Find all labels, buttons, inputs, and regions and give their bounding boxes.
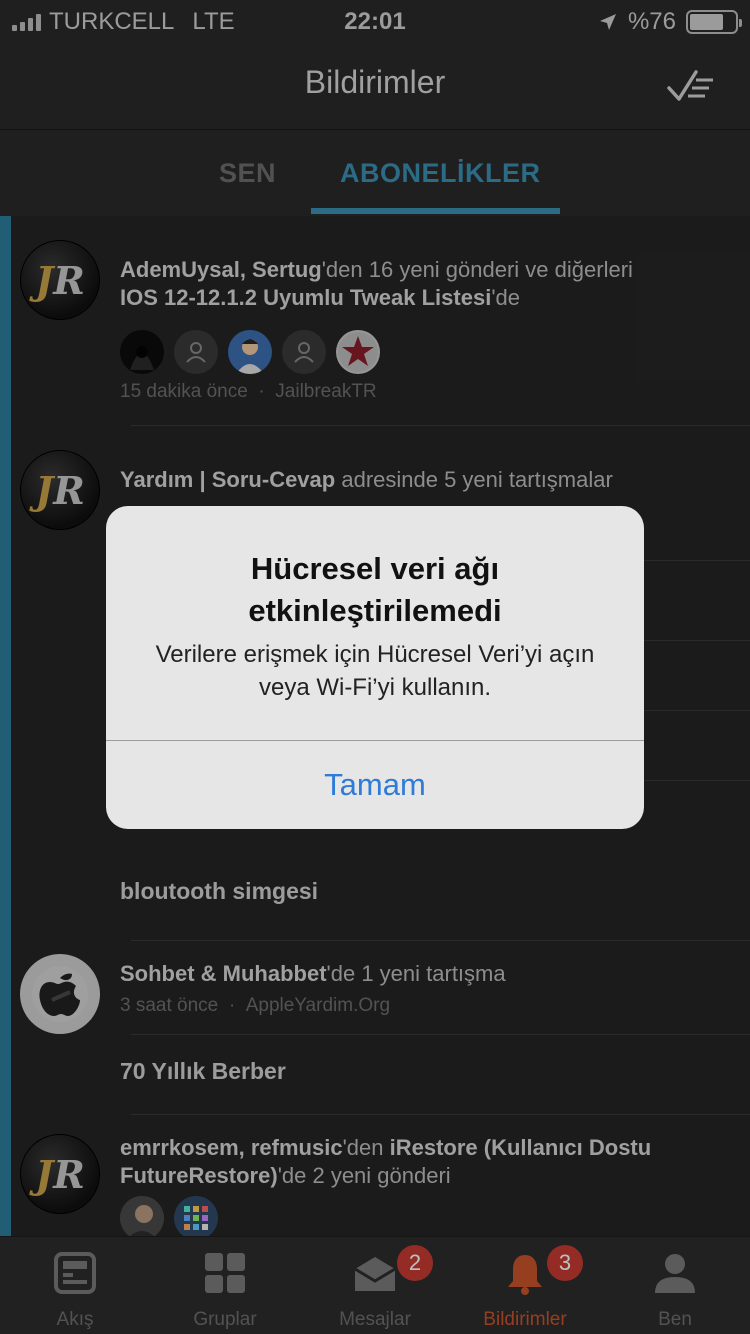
apple-logo-icon: [32, 966, 88, 1022]
tab-bildirimler[interactable]: 3 Bildirimler: [450, 1237, 600, 1334]
checkmark-list-icon[interactable]: [666, 66, 716, 106]
notification-text: Sohbet & Muhabbet'de 1 yeni tartışma: [120, 961, 506, 986]
avatar: JR: [20, 450, 100, 530]
divider: [131, 425, 750, 426]
notification-text: AdemUysal, Sertug'den 16 yeni gönderi ve…: [120, 257, 633, 310]
cellular-data-alert: Hücresel veri ağı etkinleştirilemedi Ver…: [106, 506, 644, 829]
avatar: [20, 954, 100, 1034]
avatar: [120, 330, 164, 374]
bell-icon: [508, 1255, 542, 1295]
list-item[interactable]: 70 Yıllık Berber: [11, 1034, 750, 1115]
groups-icon: [205, 1253, 245, 1293]
notification-text: Yardım | Soru-Cevap adresinde 5 yeni tar…: [120, 467, 613, 492]
tab-label: Akış: [56, 1309, 94, 1330]
list-item[interactable]: bloutooth simgesi: [11, 840, 750, 941]
divider: [131, 1114, 750, 1115]
status-bar: TURKCELL LTE 22:01 %76: [0, 0, 750, 44]
battery-fill: [690, 14, 724, 30]
alert-message: Verilere erişmek için Hücresel Veri’yi a…: [155, 641, 595, 701]
avatar: [336, 330, 380, 374]
tab-sen[interactable]: SEN: [219, 158, 276, 189]
list-item[interactable]: JR AdemUysal, Sertug'den 16 yeni gönderi…: [11, 240, 750, 426]
tab-label: Mesajlar: [339, 1309, 411, 1330]
unread-badge: 3: [547, 1245, 583, 1281]
tab-abonelikler[interactable]: ABONELİKLER: [340, 158, 541, 189]
notification-text: emrrkosem, refmusic'den iRestore (Kullan…: [120, 1135, 652, 1188]
tab-indicator: [311, 208, 560, 214]
avatar: [174, 330, 218, 374]
list-item[interactable]: JR emrrkosem, refmusic'den iRestore (Kul…: [11, 1134, 750, 1244]
status-right: %76: [598, 8, 742, 36]
battery-percent: %76: [627, 8, 676, 35]
notification-meta: 15 dakika önce · JailbreakTR: [120, 381, 377, 402]
battery-icon: [686, 10, 742, 34]
tab-label: Bildirimler: [483, 1309, 567, 1330]
alert-title: Hücresel veri ağı etkinleştirilemedi: [248, 551, 502, 628]
avatar: [120, 1196, 164, 1240]
avatar: [282, 330, 326, 374]
tab-gruplar[interactable]: Gruplar: [150, 1237, 300, 1334]
nav-bar: Bildirimler: [0, 44, 750, 130]
ok-button[interactable]: Tamam: [106, 741, 644, 829]
envelope-icon: [354, 1257, 396, 1291]
feed-icon: [54, 1252, 96, 1294]
bottom-tab-bar: Akış Gruplar 2 Mesajlar 3 Bildirimler Be…: [0, 1236, 750, 1334]
segment-tabs: SEN ABONELİKLER: [0, 130, 750, 216]
tab-ben[interactable]: Ben: [600, 1237, 750, 1334]
avatar: [174, 1196, 218, 1240]
divider: [131, 940, 750, 941]
unread-accent-bar: [0, 216, 11, 1236]
unread-badge: 2: [397, 1245, 433, 1281]
person-icon: [655, 1254, 695, 1293]
tab-label: Ben: [658, 1309, 692, 1330]
tab-label: Gruplar: [193, 1309, 257, 1330]
discussion-title: 70 Yıllık Berber: [120, 1058, 286, 1084]
tab-mesajlar[interactable]: 2 Mesajlar: [300, 1237, 450, 1334]
discussion-title: bloutooth simgesi: [120, 878, 319, 904]
participant-avatars: [120, 1196, 218, 1240]
avatar: JR: [20, 1134, 100, 1214]
location-arrow-icon: [599, 14, 616, 30]
notification-meta: 3 saat önce · AppleYardim.Org: [120, 995, 391, 1016]
tab-akis[interactable]: Akış: [0, 1237, 150, 1334]
participant-avatars: [120, 330, 380, 374]
page-title: Bildirimler: [304, 64, 446, 100]
avatar: [228, 330, 272, 374]
avatar: JR: [20, 240, 100, 320]
